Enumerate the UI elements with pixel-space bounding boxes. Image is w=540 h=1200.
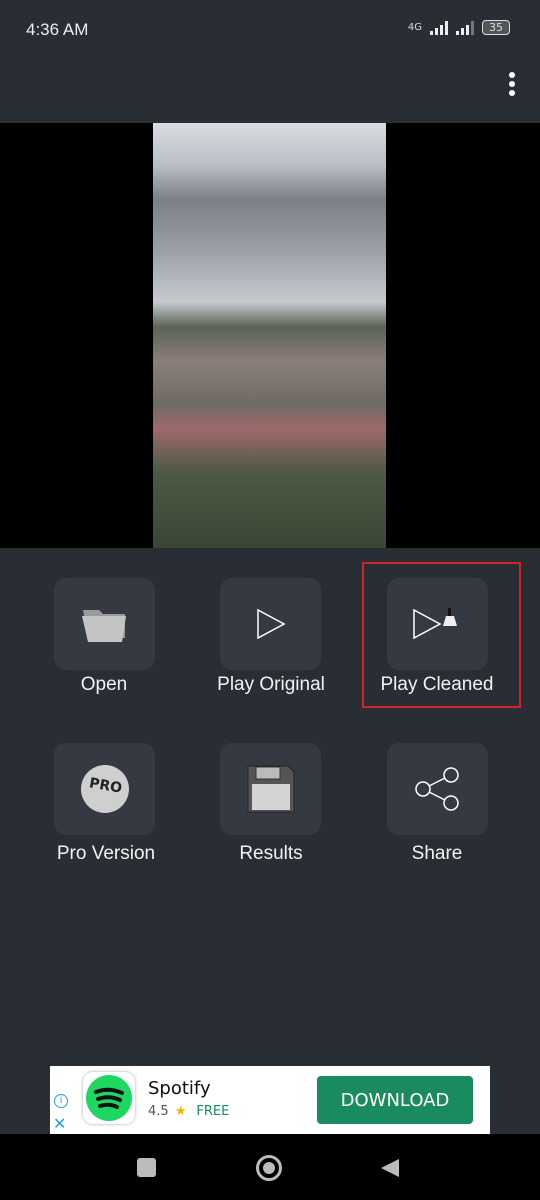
play-icon: [256, 608, 286, 640]
battery-icon: 35: [482, 20, 510, 35]
star-icon: ★: [174, 1104, 187, 1119]
open-label: Open: [80, 674, 128, 695]
video-preview[interactable]: [0, 123, 540, 548]
recents-button[interactable]: [137, 1158, 156, 1177]
navigation-bar: [0, 1134, 540, 1200]
highlight-box: [362, 562, 521, 708]
results-button[interactable]: [220, 743, 321, 835]
floppy-disk-icon: [247, 765, 294, 813]
signal-icon-2: [456, 20, 474, 35]
back-button[interactable]: [380, 1158, 400, 1178]
pro-version-label: Pro Version: [56, 843, 156, 864]
network-type: 4G: [407, 22, 422, 33]
spotify-logo: [83, 1072, 135, 1124]
share-label: Share: [411, 843, 463, 864]
pro-badge-icon: PRO: [80, 765, 129, 813]
ad-price: FREE: [196, 1104, 230, 1119]
results-label: Results: [239, 843, 303, 864]
ad-banner[interactable]: i ✕ Spotify 4.5 ★ FREE DOWNLOAD: [50, 1066, 490, 1134]
ad-app-name: Spotify: [148, 1078, 211, 1099]
video-frame: [153, 123, 386, 548]
download-button[interactable]: DOWNLOAD: [317, 1076, 473, 1124]
pro-version-button[interactable]: PRO: [54, 743, 155, 835]
status-time: 4:36 AM: [26, 20, 89, 39]
folder-icon: [81, 610, 126, 642]
play-original-button[interactable]: [220, 578, 321, 670]
more-vertical-icon[interactable]: [506, 72, 518, 96]
share-button[interactable]: [387, 743, 488, 835]
open-button[interactable]: [54, 578, 155, 670]
info-icon[interactable]: i: [54, 1094, 68, 1108]
status-icons: 4G 35: [408, 20, 510, 35]
signal-icon: [430, 20, 448, 35]
share-icon: [414, 767, 459, 811]
close-icon[interactable]: ✕: [53, 1114, 66, 1133]
play-original-label: Play Original: [217, 674, 325, 695]
home-button[interactable]: [256, 1155, 282, 1181]
ad-rating: 4.5: [148, 1104, 169, 1119]
